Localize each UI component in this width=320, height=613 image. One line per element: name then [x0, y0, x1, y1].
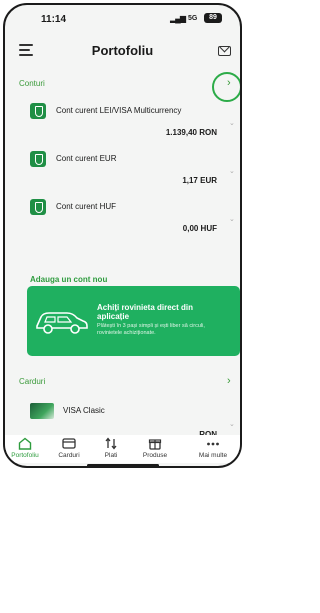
shield-icon	[30, 199, 46, 215]
tab-label: Plati	[104, 452, 118, 459]
tab-portofoliu[interactable]: Portofoliu	[5, 437, 47, 459]
highlight-ring	[212, 72, 240, 102]
status-bar: 11:14 ▂▄▆ 5G 89	[5, 5, 240, 33]
account-balance: 1.139,40 RON	[165, 128, 217, 137]
tab-label: Produse	[142, 452, 168, 459]
tab-produse[interactable]: Produse	[133, 437, 177, 459]
status-time: 11:14	[41, 14, 67, 25]
tab-carduri[interactable]: Carduri	[47, 437, 91, 459]
chevron-down-icon: ⌄	[229, 120, 235, 127]
account-balance: 0,00 HUF	[182, 224, 217, 233]
battery-icon: 89	[204, 13, 222, 23]
chevron-down-icon: ⌄	[229, 216, 235, 223]
app-header: Portofoliu	[5, 35, 240, 65]
account-balance: 1,17 EUR	[182, 176, 217, 185]
chevron-down-icon: ⌄	[229, 168, 235, 175]
accounts-section-label: Conturi	[19, 79, 45, 88]
tab-label: Mai multe	[198, 452, 228, 459]
signal-bars-icon: ▂▄▆	[170, 14, 186, 23]
mail-icon[interactable]	[218, 46, 231, 56]
card-thumbnail	[30, 403, 54, 419]
shield-icon	[30, 103, 46, 119]
network-type: 5G	[188, 15, 198, 22]
cards-chevron-icon[interactable]: ›	[227, 375, 231, 387]
card-name: VISA Clasic	[63, 406, 105, 415]
home-icon	[18, 437, 32, 450]
account-name: Cont curent HUF	[56, 202, 117, 211]
tab-mai-multe[interactable]: Mai multe	[191, 437, 235, 459]
shield-icon	[30, 151, 46, 167]
more-dots-icon	[207, 442, 219, 446]
banner-title: Achiți rovinieta direct din aplicație	[97, 303, 194, 321]
tab-label: Carduri	[58, 452, 80, 459]
home-indicator	[87, 464, 159, 466]
gift-icon	[148, 439, 162, 450]
reflection-fade	[12, 470, 232, 610]
cards-section-label: Carduri	[19, 377, 46, 386]
add-account-link[interactable]: Adauga un cont nou	[30, 275, 107, 284]
card-icon	[62, 438, 76, 449]
vignette-promo-banner[interactable]: Achiți rovinieta direct din aplicație Pl…	[27, 286, 240, 356]
account-row[interactable]: Cont curent EUR ⌄ 1,17 EUR	[5, 151, 240, 203]
tab-plati[interactable]: Plati	[89, 437, 133, 459]
transfer-arrows-icon	[105, 437, 117, 450]
account-name: Cont curent EUR	[56, 154, 117, 163]
banner-subtitle: Plătești în 3 pași simpli și ești liber …	[97, 323, 205, 336]
account-name: Cont curent LEI/VISA Multicurrency	[56, 106, 182, 115]
bottom-tab-bar: Portofoliu Carduri Plati Produse Mai mul…	[5, 435, 240, 463]
account-row[interactable]: Cont curent HUF ⌄ 0,00 HUF	[5, 199, 240, 251]
phone-reflection	[12, 470, 232, 610]
phone-frame: 11:14 ▂▄▆ 5G 89 Portofoliu Conturi › Con…	[3, 3, 242, 468]
account-row[interactable]: Cont curent LEI/VISA Multicurrency ⌄ 1.1…	[5, 103, 240, 155]
chevron-down-icon: ⌄	[229, 421, 235, 428]
tab-label: Portofoliu	[11, 452, 39, 459]
page-title: Portofoliu	[91, 43, 154, 58]
car-icon	[36, 312, 88, 334]
